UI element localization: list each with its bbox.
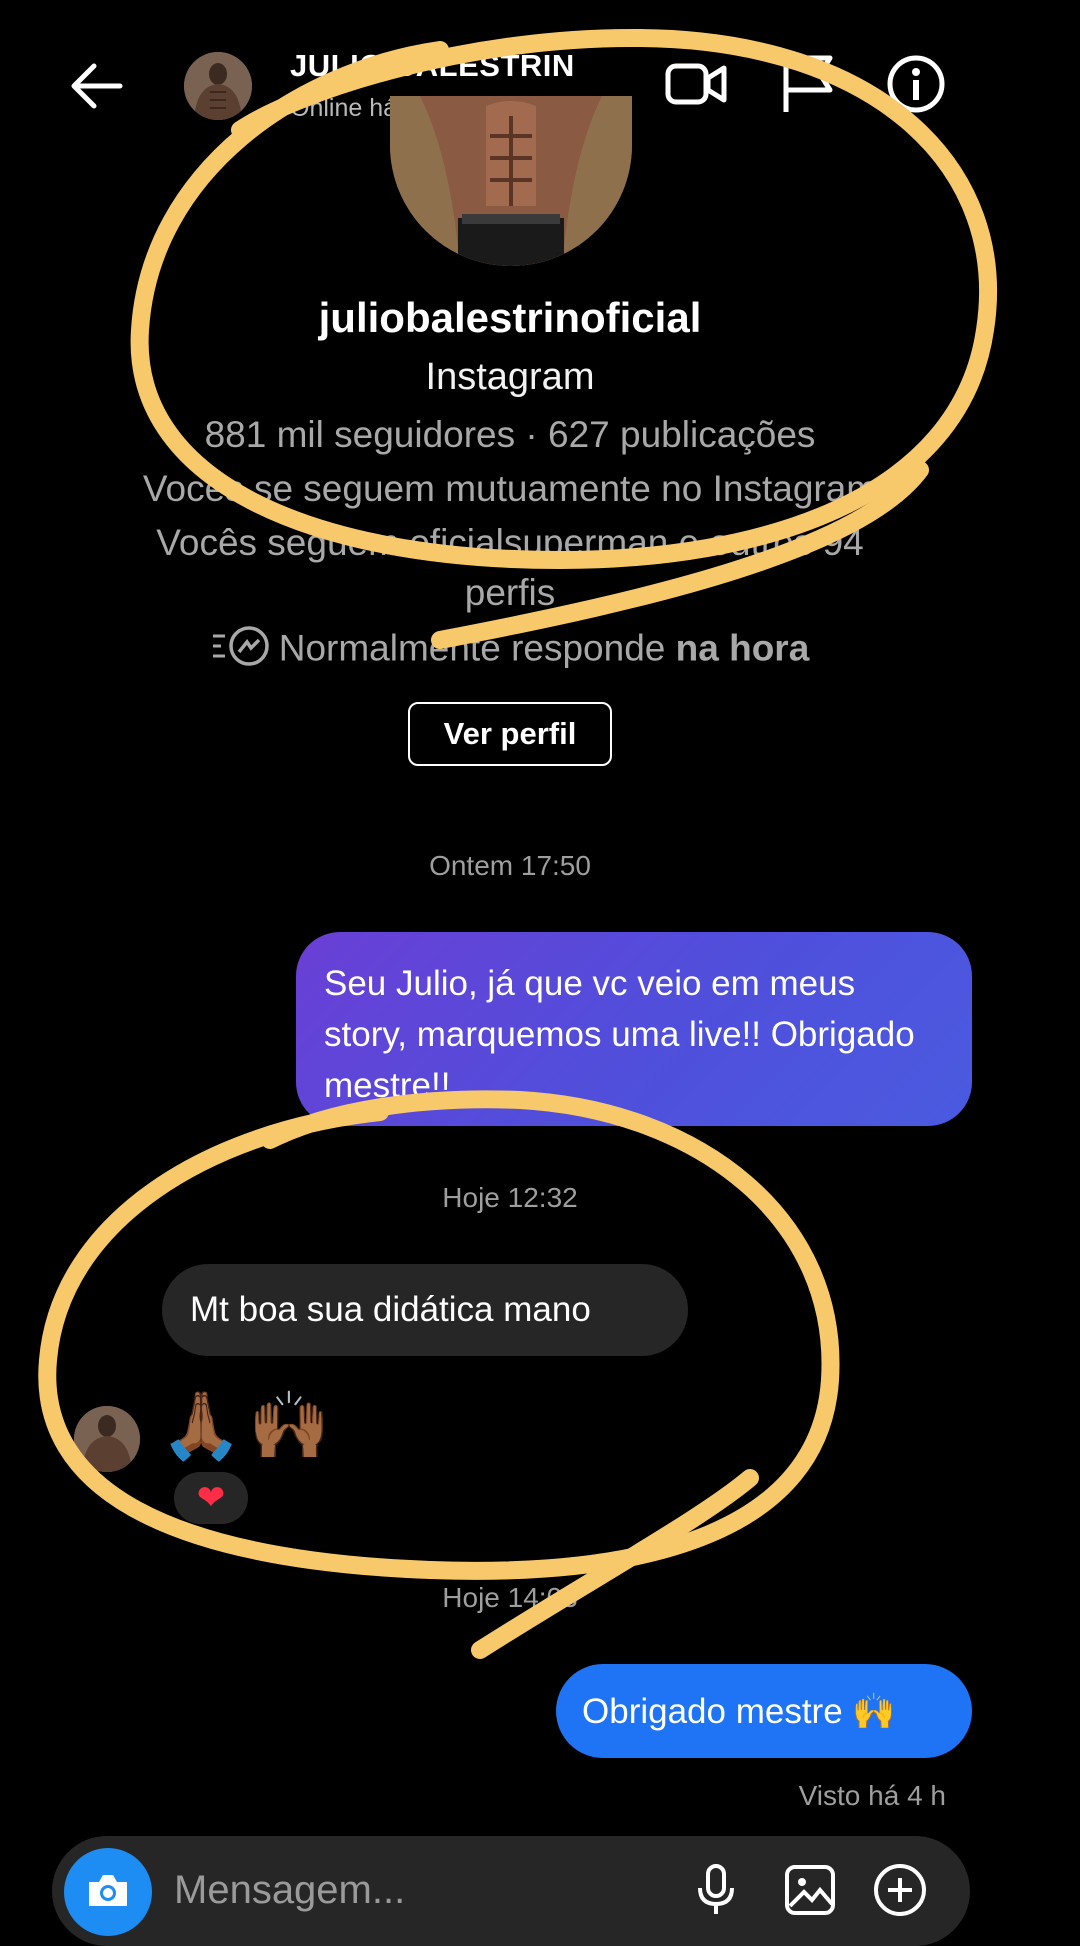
- flag-icon[interactable]: [776, 52, 840, 116]
- sender-avatar[interactable]: [74, 1406, 140, 1472]
- profile-stats: 881 mil seguidores · 627 publicações: [204, 414, 816, 455]
- header-avatar[interactable]: [184, 52, 252, 120]
- incoming-message[interactable]: Mt boa sua didática mano: [162, 1264, 688, 1356]
- response-prefix: Normalmente responde: [278, 627, 666, 669]
- heart-reaction[interactable]: ❤: [174, 1472, 248, 1524]
- outgoing-message[interactable]: Seu Julio, já que vc veio em meus story,…: [296, 932, 972, 1126]
- seen-receipt: Visto há 4 h: [798, 1780, 946, 1811]
- profile-username: juliobalestrinoficial: [318, 294, 702, 341]
- profile-photo[interactable]: [390, 96, 632, 266]
- microphone-icon[interactable]: [688, 1862, 744, 1918]
- camera-button[interactable]: [64, 1848, 152, 1936]
- contact-name[interactable]: JULIO BALESTRIN: [290, 48, 575, 84]
- view-profile-button[interactable]: Ver perfil: [408, 702, 612, 766]
- timestamp-yesterday: Ontem 17:50: [429, 850, 591, 881]
- back-arrow-icon[interactable]: [66, 56, 126, 116]
- mutual-follows-line1: Vocês seguem oficialsuperman e outros 94: [156, 522, 864, 563]
- response-bold: na hora: [675, 627, 810, 669]
- timestamp-today-1: Hoje 12:32: [442, 1182, 578, 1213]
- response-time-icon: [211, 624, 271, 677]
- response-time: Normalmente responde na hora: [0, 624, 1020, 677]
- mutual-follows-line2: perfis: [464, 572, 556, 613]
- timestamp-today-2: Hoje 14:03: [442, 1582, 578, 1613]
- profile-network: Instagram: [425, 356, 595, 398]
- raising-hands-emoji[interactable]: 🙌🏾: [248, 1392, 330, 1458]
- folded-hands-emoji[interactable]: 🙏🏾: [160, 1392, 242, 1458]
- mutual-follow-text: Vocês se seguem mutuamente no Instagram: [142, 468, 878, 509]
- camera-icon: [85, 1870, 131, 1915]
- add-attachment-icon[interactable]: [872, 1862, 928, 1918]
- message-input[interactable]: Mensagem...: [174, 1868, 405, 1913]
- video-call-icon[interactable]: [664, 52, 728, 116]
- gallery-icon[interactable]: [782, 1862, 838, 1918]
- outgoing-message-2[interactable]: Obrigado mestre 🙌: [556, 1664, 972, 1758]
- info-icon[interactable]: [884, 52, 948, 116]
